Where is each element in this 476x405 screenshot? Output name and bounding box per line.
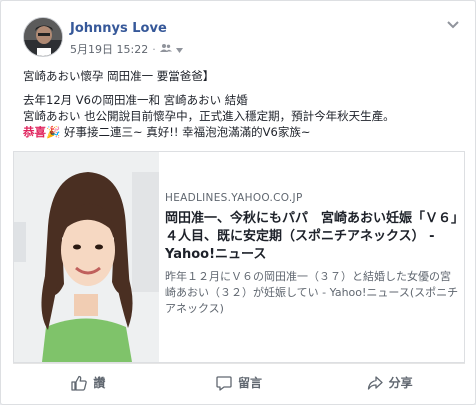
avatar[interactable] bbox=[23, 17, 63, 57]
post-meta: 5月19日 15:22 · bbox=[70, 41, 183, 57]
post-line-pregnancy: 宮崎あおい 也公開說目前懷孕中，正式進入穩定期，預計今年秋天生產。 bbox=[23, 109, 395, 123]
post-header: Johnnys Love 5月19日 15:22 · bbox=[23, 17, 463, 61]
party-popper-icon: 🎉 bbox=[46, 125, 61, 139]
audience-chevron-icon[interactable] bbox=[175, 43, 183, 56]
link-description: 昨年１２月にＶ６の岡田准一（３７）と結婚した女優の宮崎あおい（３２）が妊娠してい… bbox=[165, 270, 459, 315]
congrats-label: 恭喜 bbox=[23, 125, 46, 139]
post-actions-bar: 讚 留言 分享 bbox=[13, 363, 465, 401]
friends-icon[interactable] bbox=[159, 43, 172, 56]
author-name[interactable]: Johnnys Love bbox=[70, 21, 167, 36]
chevron-down-icon[interactable] bbox=[443, 19, 463, 35]
share-label: 分享 bbox=[388, 376, 413, 390]
share-button[interactable]: 分享 bbox=[314, 364, 465, 401]
share-icon bbox=[367, 375, 383, 390]
post-line-marriage: 去年12月 V6の岡田准一和 宮崎あおい 結婚 bbox=[23, 93, 248, 107]
post-card: Johnnys Love 5月19日 15:22 · 宮崎あおい懷孕 岡田准一 … bbox=[0, 0, 476, 405]
comment-button[interactable]: 留言 bbox=[164, 364, 315, 401]
like-button[interactable]: 讚 bbox=[13, 364, 164, 401]
post-line-congrats: 恭喜🎉 好事接二連三~ 真好!! 幸福泡泡滿滿的V6家族~ bbox=[23, 124, 463, 140]
thumbs-up-icon bbox=[71, 375, 88, 391]
thumbnail-photo bbox=[14, 152, 159, 362]
link-title[interactable]: 岡田准一、今秋にもパパ 宮崎あおい妊娠「Ｖ６」４人目、既に安定期（スポニチアネッ… bbox=[165, 210, 459, 264]
post-message: 宮崎あおい懷孕 岡田准一 要當爸爸】 去年12月 V6の岡田准一和 宮崎あおい … bbox=[23, 68, 463, 140]
link-domain: HEADLINES.YAHOO.CO.JP bbox=[165, 192, 303, 204]
link-thumbnail[interactable] bbox=[14, 152, 159, 362]
post-timestamp[interactable]: 5月19日 15:22 bbox=[70, 41, 148, 57]
meta-separator: · bbox=[152, 42, 156, 56]
comment-icon bbox=[216, 375, 232, 391]
comment-label: 留言 bbox=[238, 376, 263, 390]
post-line-closing: 好事接二連三~ 真好!! 幸福泡泡滿滿的V6家族~ bbox=[63, 125, 311, 139]
link-info: HEADLINES.YAHOO.CO.JP 岡田准一、今秋にもパパ 宮崎あおい妊… bbox=[165, 192, 459, 317]
link-preview[interactable]: HEADLINES.YAHOO.CO.JP 岡田准一、今秋にもパパ 宮崎あおい妊… bbox=[13, 151, 465, 363]
avatar-image bbox=[24, 18, 62, 56]
post-line-headline: 宮崎あおい懷孕 岡田准一 要當爸爸】 bbox=[23, 69, 215, 83]
like-label: 讚 bbox=[93, 376, 106, 390]
